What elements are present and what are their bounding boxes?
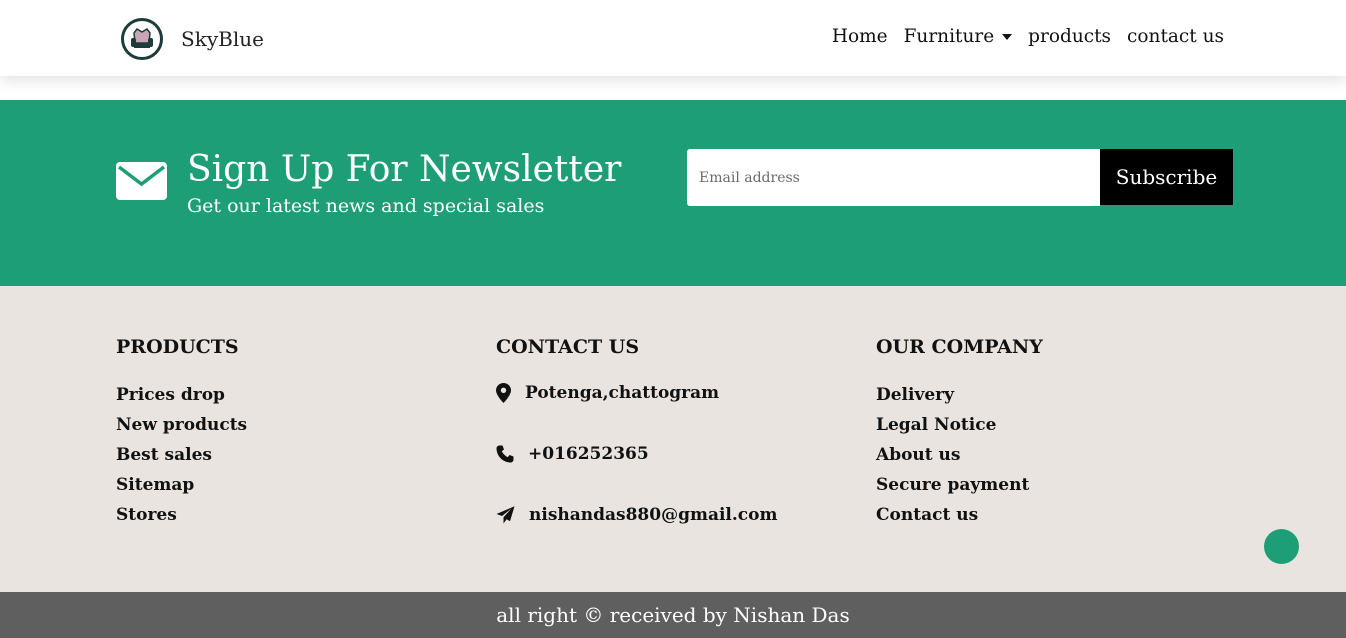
- newsletter-section: Sign Up For Newsletter Get our latest ne…: [0, 100, 1346, 286]
- nav-link-products[interactable]: products: [1028, 26, 1111, 47]
- nav-dropdown-furniture[interactable]: Furniture: [904, 26, 1013, 47]
- footer: PRODUCTS Prices drop New products Best s…: [0, 286, 1346, 592]
- contact-address: Potenga,chattogram: [496, 383, 719, 403]
- footer-link-secure-payment[interactable]: Secure payment: [876, 470, 1043, 500]
- address-text: Potenga,chattogram: [525, 383, 720, 403]
- paper-plane-icon: [496, 506, 515, 524]
- nav-link-home[interactable]: Home: [832, 26, 888, 47]
- newsletter-subtitle: Get our latest news and special sales: [187, 195, 545, 217]
- footer-link-contact-us[interactable]: Contact us: [876, 500, 1043, 530]
- footer-link-about-us[interactable]: About us: [876, 440, 1043, 470]
- footer-contact-column: CONTACT US: [496, 336, 639, 358]
- company-heading: OUR COMPANY: [876, 336, 1043, 358]
- email-text[interactable]: nishandas880@gmail.com: [529, 505, 777, 525]
- brand[interactable]: SkyBlue: [121, 18, 264, 60]
- company-list: Delivery Legal Notice About us Secure pa…: [876, 380, 1043, 530]
- footer-link-new-products[interactable]: New products: [116, 410, 247, 440]
- brand-name: SkyBlue: [181, 27, 264, 51]
- footer-link-sitemap[interactable]: Sitemap: [116, 470, 247, 500]
- navbar: SkyBlue Home Furniture products contact …: [0, 0, 1346, 76]
- main-nav: Home Furniture products contact us: [816, 26, 1224, 47]
- footer-products-column: PRODUCTS Prices drop New products Best s…: [116, 336, 247, 530]
- phone-text: +016252365: [528, 444, 649, 464]
- footer-link-best-sales[interactable]: Best sales: [116, 440, 247, 470]
- footer-link-delivery[interactable]: Delivery: [876, 380, 1043, 410]
- nav-dropdown-label: Furniture: [903, 26, 995, 47]
- products-heading: PRODUCTS: [116, 336, 239, 358]
- contact-phone: +016252365: [496, 444, 649, 464]
- contact-email: nishandas880@gmail.com: [496, 505, 777, 525]
- phone-icon: [496, 445, 514, 463]
- envelope-icon: [116, 162, 167, 200]
- email-input[interactable]: [687, 149, 1100, 206]
- copyright-bar: all right © received by Nishan Das: [0, 592, 1346, 638]
- contact-heading: CONTACT US: [496, 336, 640, 358]
- footer-company-column: OUR COMPANY Delivery Legal Notice About …: [876, 336, 1043, 530]
- products-list: Prices drop New products Best sales Site…: [116, 380, 247, 530]
- armchair-logo-icon: [121, 18, 163, 60]
- footer-link-stores[interactable]: Stores: [116, 500, 247, 530]
- footer-link-legal-notice[interactable]: Legal Notice: [876, 410, 1043, 440]
- subscribe-button[interactable]: Subscribe: [1100, 149, 1233, 205]
- scroll-to-top-button[interactable]: [1264, 529, 1299, 564]
- nav-link-contact[interactable]: contact us: [1127, 26, 1224, 47]
- footer-link-prices-drop[interactable]: Prices drop: [116, 380, 247, 410]
- map-marker-icon: [496, 383, 511, 403]
- caret-down-icon: [1002, 33, 1013, 40]
- newsletter-title: Sign Up For Newsletter: [187, 149, 622, 190]
